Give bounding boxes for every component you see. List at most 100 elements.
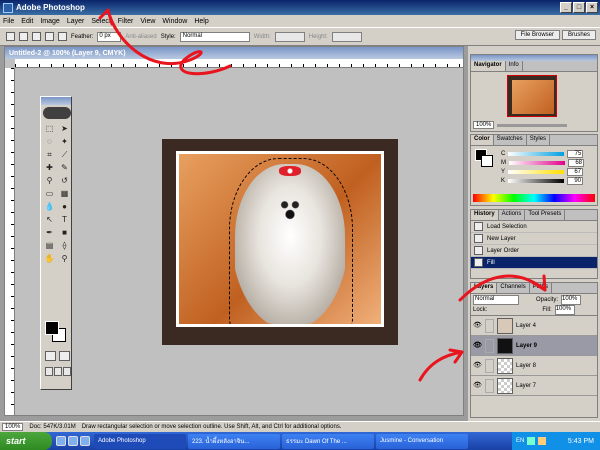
path-select-icon[interactable]: ↖ <box>43 214 56 225</box>
style-select[interactable]: Normal <box>179 31 250 42</box>
history-brush-icon[interactable]: ↺ <box>58 175 71 186</box>
screen-mode-menu-icon[interactable] <box>54 367 62 376</box>
navigator-zoom-value[interactable]: 100% <box>473 121 495 129</box>
foreground-color-swatch[interactable] <box>45 321 59 335</box>
lasso-tool-icon[interactable]: ◌ <box>43 136 56 147</box>
adobe-eye-icon[interactable] <box>43 107 71 119</box>
notes-tool-icon[interactable]: ▤ <box>43 240 56 251</box>
brushes-tab[interactable]: Brushes <box>561 30 596 40</box>
layer-row[interactable]: 👁 Layer 8 <box>471 356 597 376</box>
opacity-input[interactable]: 100% <box>561 294 582 305</box>
channel-slider[interactable] <box>508 169 565 174</box>
horizontal-ruler[interactable] <box>15 59 463 68</box>
channel-slider[interactable] <box>509 160 565 165</box>
task-photoshop[interactable]: Adobe Photoshop <box>94 433 186 449</box>
hand-tool-icon[interactable]: ✋ <box>43 253 56 264</box>
tab-paths[interactable]: Paths <box>530 283 553 293</box>
task-messenger[interactable]: Jusmine - Conversation <box>376 433 468 449</box>
marquee-tool-icon[interactable] <box>6 32 15 41</box>
navigator-thumbnail[interactable] <box>507 75 557 117</box>
type-tool-icon[interactable]: T <box>58 214 71 225</box>
canvas-area[interactable] <box>16 69 463 415</box>
history-item[interactable]: Layer Order <box>471 245 597 257</box>
language-indicator[interactable]: EN <box>516 438 524 444</box>
history-item-selected[interactable]: Fill <box>471 257 597 269</box>
color-bg-swatch[interactable] <box>481 155 493 167</box>
channel-value[interactable]: 90 <box>567 176 584 185</box>
brush-tool-icon[interactable]: ✎ <box>58 162 71 173</box>
eye-icon[interactable]: 👁 <box>473 381 482 390</box>
desktop-icon[interactable] <box>80 436 90 446</box>
eye-icon[interactable]: 👁 <box>473 341 482 350</box>
tab-channels[interactable]: Channels <box>497 283 530 293</box>
blend-mode-select[interactable]: Normal <box>473 294 519 305</box>
anti-aliased-checkbox[interactable]: Anti-aliased <box>125 34 156 40</box>
tab-swatches[interactable]: Swatches <box>494 135 527 145</box>
zoom-slider[interactable] <box>497 123 568 127</box>
menu-filter[interactable]: Filter <box>118 18 134 25</box>
new-selection-icon[interactable] <box>19 32 28 41</box>
blur-tool-icon[interactable]: 💧 <box>43 201 56 212</box>
tab-tool-presets[interactable]: Tool Presets <box>525 210 566 220</box>
history-item[interactable]: New Layer <box>471 233 597 245</box>
channel-value[interactable]: 67 <box>567 167 584 176</box>
tab-info[interactable]: Info <box>506 61 523 71</box>
vertical-ruler[interactable] <box>5 68 15 415</box>
start-button[interactable]: start <box>0 432 52 450</box>
feather-input[interactable]: 0 px <box>97 31 122 42</box>
maximize-button[interactable]: □ <box>573 2 585 13</box>
intersect-selection-icon[interactable] <box>58 32 67 41</box>
menu-window[interactable]: Window <box>162 18 187 25</box>
eye-icon[interactable]: 👁 <box>473 361 482 370</box>
height-input[interactable] <box>331 31 362 42</box>
channel-slider[interactable] <box>508 151 565 156</box>
screen-mode-standard-icon[interactable] <box>45 367 53 376</box>
task-browser-1[interactable]: 223. น้ำผึ้งหลังอาจิน... <box>188 433 280 449</box>
tab-color[interactable]: Color <box>471 135 494 145</box>
shape-tool-icon[interactable]: ■ <box>58 227 71 238</box>
status-doc-size[interactable]: Doc: 547K/3.01M <box>29 424 75 430</box>
channel-value[interactable]: 75 <box>567 149 584 158</box>
zoom-tool-icon[interactable]: ⚲ <box>58 253 71 264</box>
quick-mask-icon[interactable] <box>59 351 70 361</box>
minimize-button[interactable]: _ <box>560 2 572 13</box>
link-slot[interactable] <box>485 318 494 333</box>
tab-actions[interactable]: Actions <box>499 210 526 220</box>
gradient-tool-icon[interactable]: ▦ <box>58 188 71 199</box>
screen-mode-full-icon[interactable] <box>63 367 71 376</box>
clone-stamp-icon[interactable]: ⚲ <box>43 175 56 186</box>
width-input[interactable] <box>274 31 305 42</box>
channel-slider[interactable] <box>508 178 565 183</box>
document-title[interactable]: Untitled-2 @ 100% (Layer 9, CMYK) <box>5 47 463 59</box>
tray-icon[interactable] <box>527 437 536 445</box>
status-zoom[interactable]: 100% <box>2 423 24 431</box>
toolbox-header[interactable] <box>41 97 71 105</box>
menu-view[interactable]: View <box>140 18 155 25</box>
menu-edit[interactable]: Edit <box>21 18 33 25</box>
task-browser-2[interactable]: ธรรมะ Dawn Of The ... <box>282 433 374 449</box>
channel-value[interactable]: 68 <box>568 158 584 167</box>
tray-icon[interactable] <box>538 437 547 445</box>
history-item[interactable]: Load Selection <box>471 221 597 233</box>
fill-input[interactable]: 100% <box>554 305 575 315</box>
eraser-tool-icon[interactable]: ▭ <box>43 188 56 199</box>
link-slot[interactable] <box>485 378 494 393</box>
slice-tool-icon[interactable]: ⟋ <box>58 149 71 160</box>
link-slot[interactable] <box>485 358 494 373</box>
subtract-selection-icon[interactable] <box>45 32 54 41</box>
layer-row-selected[interactable]: 👁 Layer 9 <box>471 336 597 356</box>
crop-tool-icon[interactable]: ⌗ <box>43 149 56 160</box>
layer-row[interactable]: 👁 Layer 4 <box>471 316 597 336</box>
folder-icon[interactable] <box>68 436 78 446</box>
menu-layer[interactable]: Layer <box>67 18 85 25</box>
eyedropper-icon[interactable]: ⟠ <box>58 240 71 251</box>
tab-navigator[interactable]: Navigator <box>471 61 506 71</box>
healing-brush-icon[interactable]: ✚ <box>43 162 56 173</box>
file-browser-tab[interactable]: File Browser <box>514 30 560 40</box>
menu-select[interactable]: Select <box>91 18 110 25</box>
layer-row[interactable]: 👁 Layer 7 <box>471 376 597 396</box>
marquee-tool-icon[interactable]: ⬚ <box>43 123 56 134</box>
close-button[interactable]: × <box>586 2 598 13</box>
tab-history[interactable]: History <box>471 210 499 220</box>
brush-icon[interactable] <box>485 338 494 353</box>
